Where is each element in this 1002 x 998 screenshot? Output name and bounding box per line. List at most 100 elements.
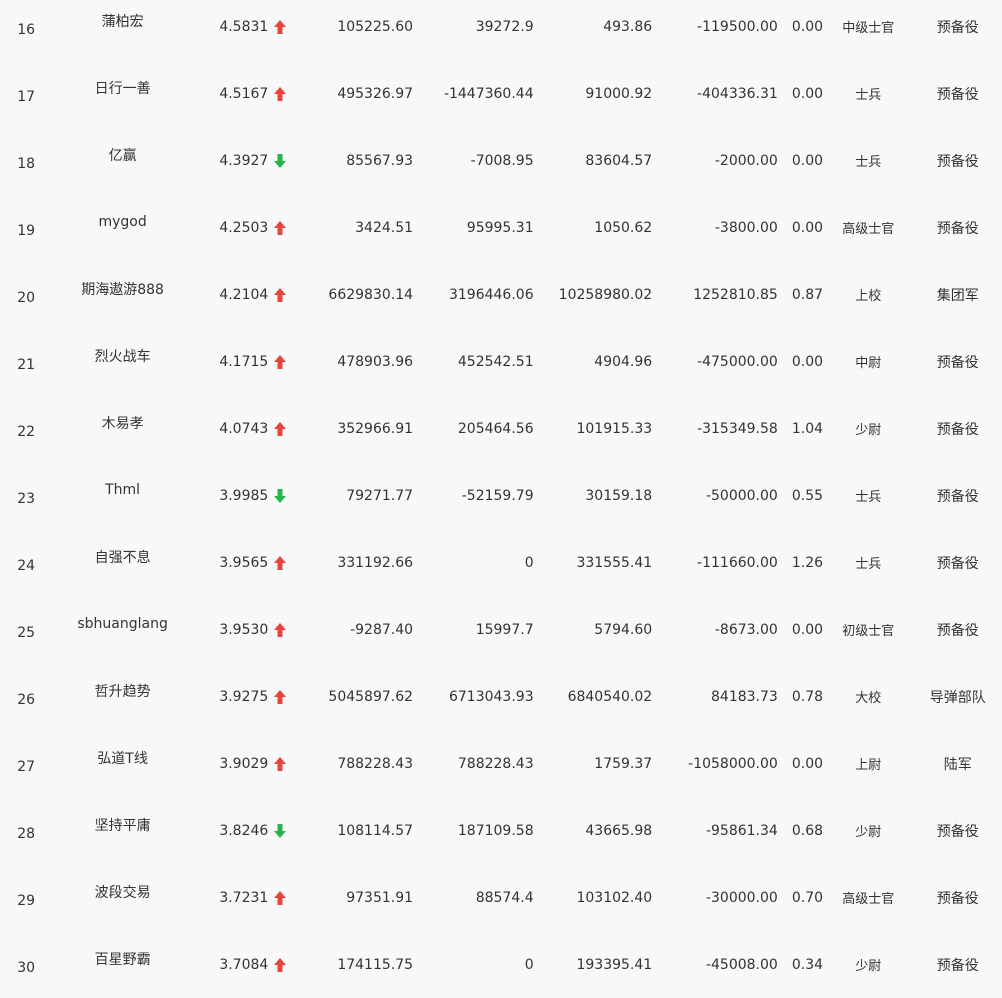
- rank-title: 士兵: [855, 155, 882, 170]
- rank-title: 少尉: [855, 423, 882, 438]
- table-row[interactable]: 26 哲升趋势 3.9275 5045897.62 6713043.93 6840540.…: [0, 663, 1002, 730]
- trend-cell: [274, 931, 294, 998]
- rank-title: 少尉: [855, 825, 882, 840]
- trend-cell: [274, 194, 294, 261]
- value-col3: 1050.62: [594, 219, 653, 236]
- value-col2: 788228.43: [457, 755, 534, 772]
- rank-title: 少尉: [855, 959, 882, 974]
- trend-cell: [274, 328, 294, 395]
- score-value: 3.9275: [219, 688, 269, 705]
- score-value: 4.0743: [219, 420, 269, 437]
- value-col2: 205464.56: [457, 420, 534, 437]
- table-row[interactable]: 21 烈火战车 4.1715 478903.96 452542.51 4904.96 -47…: [0, 328, 1002, 395]
- arrow-up-icon: [274, 555, 287, 570]
- table-row[interactable]: 16 蒲柏宏 4.5831 105225.60 39272.9 493.86 -119500…: [0, 0, 1002, 60]
- ratio-value: 0.00: [791, 219, 824, 236]
- rank-title: 上校: [855, 289, 882, 304]
- unit-label: 预备役: [936, 153, 979, 170]
- rank-title: 中级士官: [842, 21, 895, 36]
- value-col4: -45008.00: [705, 956, 778, 973]
- ratio-value: 0.00: [791, 18, 824, 35]
- table-row[interactable]: 30 百星野霸 3.7084 174115.75 0 193395.41 -45008.00…: [0, 931, 1002, 998]
- value-col3: 103102.40: [576, 889, 653, 906]
- trend-cell: [274, 261, 294, 328]
- trend-cell: [274, 797, 294, 864]
- value-col3: 4904.96: [594, 353, 653, 370]
- rank-title: 士兵: [855, 88, 882, 103]
- arrow-up-icon: [274, 756, 287, 771]
- value-col4: -475000.00: [697, 353, 778, 370]
- value-col2: -1447360.44: [443, 85, 534, 102]
- score-value: 3.8246: [219, 822, 269, 839]
- rank-title: 上尉: [855, 758, 882, 773]
- rank-cell: 22: [17, 423, 36, 440]
- value-col1: 331192.66: [337, 554, 414, 571]
- value-col4: -95861.34: [705, 822, 778, 839]
- arrow-up-icon: [274, 421, 287, 436]
- arrow-up-icon: [274, 890, 287, 905]
- value-col1: 79271.77: [346, 487, 414, 504]
- ratio-value: 0.68: [791, 822, 824, 839]
- table-row[interactable]: 18 亿赢 4.3927 85567.93 -7008.95 83604.57 -2000.…: [0, 127, 1002, 194]
- ratio-value: 0.34: [791, 956, 824, 973]
- unit-label: 预备役: [936, 488, 979, 505]
- value-col3: 493.86: [603, 18, 653, 35]
- rank-cell: 17: [17, 88, 36, 105]
- value-col3: 43665.98: [585, 822, 653, 839]
- table-row[interactable]: 24 自强不息 3.9565 331192.66 0 331555.41 -111660.0…: [0, 529, 1002, 596]
- trader-name: 木易孝: [101, 415, 144, 432]
- trend-cell: [274, 730, 294, 797]
- table-row[interactable]: 29 波段交易 3.7231 97351.91 88574.4 103102.40 -300…: [0, 864, 1002, 931]
- trader-name: 百星野霸: [94, 951, 151, 968]
- score-value: 3.7231: [219, 889, 269, 906]
- ratio-value: 0.55: [791, 487, 824, 504]
- unit-label: 预备役: [936, 823, 979, 840]
- value-col1: 97351.91: [346, 889, 414, 906]
- value-col4: -1058000.00: [688, 755, 778, 772]
- table-row[interactable]: 25 sbhuanglang 3.9530 -9287.40 15997.7 5794.6…: [0, 596, 1002, 663]
- table-row[interactable]: 27 弘道T线 3.9029 788228.43 788228.43 1759.37 -10…: [0, 730, 1002, 797]
- score-value: 4.2503: [219, 219, 269, 236]
- value-col2: 95995.31: [466, 219, 534, 236]
- score-value: 3.9565: [219, 554, 269, 571]
- arrow-down-icon: [274, 823, 287, 838]
- arrow-down-icon: [274, 153, 287, 168]
- trader-name: 烈火战车: [94, 348, 151, 365]
- trend-cell: [274, 60, 294, 127]
- rank-cell: 25: [17, 624, 36, 641]
- unit-label: 预备役: [936, 86, 979, 103]
- rank-cell: 30: [17, 959, 36, 976]
- value-col4: -2000.00: [714, 152, 778, 169]
- unit-label: 陆军: [943, 756, 972, 773]
- rank-title: 初级士官: [842, 624, 895, 639]
- trend-cell: [274, 462, 294, 529]
- ranking-table-body: 16 蒲柏宏 4.5831 105225.60 39272.9 493.86 -119500…: [0, 0, 1002, 998]
- trader-name: 亿赢: [108, 147, 137, 164]
- unit-label: 预备役: [936, 890, 979, 907]
- value-col1: 478903.96: [337, 353, 414, 370]
- trend-cell: [274, 127, 294, 194]
- table-row[interactable]: 23 Thml 3.9985 79271.77 -52159.79 30159.18 -50…: [0, 462, 1002, 529]
- value-col4: -30000.00: [705, 889, 778, 906]
- value-col1: 85567.93: [346, 152, 414, 169]
- score-value: 4.2104: [219, 286, 269, 303]
- value-col3: 101915.33: [576, 420, 653, 437]
- rank-cell: 26: [17, 691, 36, 708]
- arrow-up-icon: [274, 19, 287, 34]
- unit-label: 集团军: [936, 287, 979, 304]
- ratio-value: 0.87: [791, 286, 824, 303]
- unit-label: 预备役: [936, 220, 979, 237]
- table-row[interactable]: 28 坚持平庸 3.8246 108114.57 187109.58 43665.98 -9…: [0, 797, 1002, 864]
- rank-cell: 24: [17, 557, 36, 574]
- value-col4: -404336.31: [697, 85, 778, 102]
- value-col1: 108114.57: [337, 822, 414, 839]
- value-col2: 452542.51: [457, 353, 534, 370]
- table-row[interactable]: 17 日行一善 4.5167 495326.97 -1447360.44 91000.92…: [0, 60, 1002, 127]
- value-col2: 187109.58: [457, 822, 534, 839]
- table-row[interactable]: 19 mygod 4.2503 3424.51 95995.31 1050.62 -3800…: [0, 194, 1002, 261]
- unit-label: 导弹部队: [929, 689, 986, 706]
- table-row[interactable]: 20 期海遨游888 4.2104 6629830.14 3196446.06 10258…: [0, 261, 1002, 328]
- score-value: 4.3927: [219, 152, 269, 169]
- value-col4: -8673.00: [714, 621, 778, 638]
- table-row[interactable]: 22 木易孝 4.0743 352966.91 205464.56 101915.33 -3…: [0, 395, 1002, 462]
